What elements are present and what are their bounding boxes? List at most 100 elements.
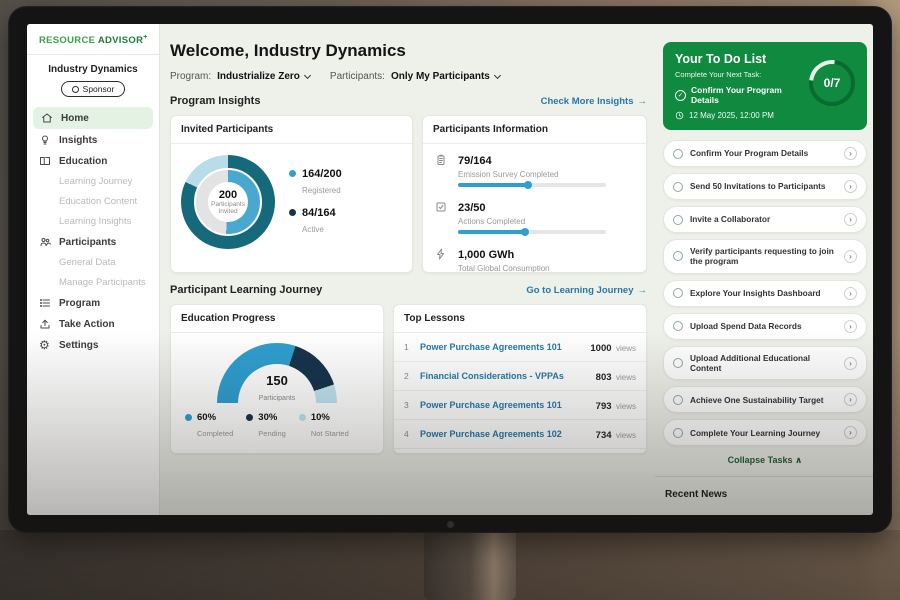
learning-cards-row: Education Progress 150 Participants (170, 304, 647, 454)
sidebar-item-education-content[interactable]: Education Content (27, 192, 159, 211)
legend-dot-pending (246, 414, 253, 421)
sidebar-item-home[interactable]: Home (33, 107, 153, 129)
participants-select[interactable]: Only My Participants (391, 71, 500, 82)
lesson-link[interactable]: Power Purchase Agreements 101 (420, 400, 588, 410)
program-select[interactable]: Industrialize Zero (217, 71, 310, 82)
chevron-right-icon[interactable]: › (844, 287, 857, 300)
progress-fill (458, 230, 526, 234)
chevron-right-icon[interactable]: › (844, 250, 857, 263)
sidebar-item-learning-journey[interactable]: Learning Journey (27, 172, 159, 191)
legend-value: 60% (197, 412, 233, 423)
lesson-link[interactable]: Financial Considerations - VPPAs (420, 371, 588, 381)
task-row-confirm-program[interactable]: Confirm Your Program Details › (663, 140, 867, 167)
todo-next-task[interactable]: ✓ Confirm Your Program Details (675, 85, 807, 105)
go-to-learning-journey-link[interactable]: Go to Learning Journey → (526, 285, 647, 296)
card-title: Invited Participants (171, 116, 412, 144)
task-checkbox[interactable] (673, 428, 683, 438)
invited-legend: 164/200 Registered 84/164 Active (289, 159, 342, 246)
sidebar-item-take-action[interactable]: Take Action (27, 314, 159, 334)
monitor-bezel: RESOURCE ADVISOR+ Industry Dynamics Spon… (8, 6, 892, 533)
task-row-complete-learning-journey[interactable]: Complete Your Learning Journey › (663, 419, 867, 446)
todo-due: 12 May 2025, 12:00 PM (675, 111, 855, 120)
info-row: 79/164 Emission Survey Completed (423, 144, 646, 191)
sidebar-item-learning-insights[interactable]: Learning Insights (27, 212, 159, 231)
task-row-send-invitations[interactable]: Send 50 Invitations to Participants › (663, 173, 867, 200)
sidebar-item-label: Participants (59, 237, 116, 248)
link-label: Go to Learning Journey (526, 285, 633, 296)
lesson-row: 5 Power Purchase Agreements 103 600 view… (394, 449, 646, 454)
check-more-insights-link[interactable]: Check More Insights → (541, 96, 647, 107)
task-checkbox[interactable] (673, 149, 683, 159)
todo-summary-card: Your To Do List Complete Your Next Task:… (663, 42, 867, 130)
task-row-upload-educational-content[interactable]: Upload Additional Educational Content › (663, 346, 867, 381)
legend-dot-registered (289, 170, 296, 177)
chevron-right-icon[interactable]: › (844, 213, 857, 226)
chevron-right-icon[interactable]: › (844, 180, 857, 193)
invited-participants-card: Invited Participants 200 Participants In… (170, 115, 413, 273)
lesson-row: 1 Power Purchase Agreements 101 1000 vie… (394, 333, 646, 362)
sidebar-item-program[interactable]: Program (27, 293, 159, 313)
lesson-row: 2 Financial Considerations - VPPAs 803 v… (394, 362, 646, 391)
sponsor-badge[interactable]: Sponsor (61, 81, 126, 97)
donut-center-label: Participants Invited (208, 201, 248, 216)
chevron-right-icon[interactable]: › (844, 320, 857, 333)
sponsor-label: Sponsor (83, 84, 115, 94)
collapse-label: Collapse Tasks (728, 455, 793, 465)
chevron-right-icon[interactable]: › (844, 147, 857, 160)
filters-row: Program: Industrialize Zero Participants… (170, 71, 647, 82)
task-row-invite-collaborator[interactable]: Invite a Collaborator › (663, 206, 867, 233)
info-row: 1,000 GWh Total Global Consumption (423, 238, 646, 273)
chevron-right-icon[interactable]: › (844, 426, 857, 439)
program-label: Program: (170, 71, 211, 82)
task-checkbox[interactable] (673, 395, 683, 405)
sidebar: RESOURCE ADVISOR+ Industry Dynamics Spon… (27, 24, 160, 515)
task-row-explore-insights[interactable]: Explore Your Insights Dashboard › (663, 280, 867, 307)
progress-bar (458, 183, 606, 187)
chevron-down-icon (494, 72, 501, 79)
info-label: Emission Survey Completed (458, 170, 606, 179)
legend-value: 10% (311, 412, 349, 423)
sidebar-item-participants[interactable]: Participants (27, 232, 159, 252)
todo-next-task-label: Confirm Your Program Details (691, 85, 807, 105)
collapse-tasks-link[interactable]: Collapse Tasks ∧ (663, 455, 867, 466)
task-checkbox[interactable] (673, 288, 683, 298)
task-checkbox[interactable] (673, 358, 683, 368)
sidebar-item-settings[interactable]: ⚙ Settings (27, 335, 159, 355)
brand-word-1: RESOURCE (39, 35, 95, 46)
lesson-views: 793 (596, 401, 612, 412)
sidebar-item-label: Home (61, 113, 89, 124)
sidebar-item-manage-participants[interactable]: Manage Participants (27, 273, 159, 292)
lesson-link[interactable]: Power Purchase Agreements 102 (420, 429, 588, 439)
legend-item: 10% Not Started (299, 412, 349, 441)
sidebar-item-education[interactable]: Education (27, 151, 159, 171)
monitor-camera-dot (447, 521, 454, 528)
info-label: Total Global Consumption (458, 264, 550, 273)
sidebar-item-insights[interactable]: Insights (27, 130, 159, 150)
task-checkbox[interactable] (673, 215, 683, 225)
legend-value: 164/200 (302, 168, 342, 180)
task-checkbox[interactable] (673, 251, 683, 261)
task-row-upload-spend-data[interactable]: Upload Spend Data Records › (663, 313, 867, 340)
todo-progress-ring: 0/7 (809, 60, 855, 106)
legend-value: 84/164 (302, 207, 336, 219)
survey-icon (435, 151, 449, 187)
sidebar-item-general-data[interactable]: General Data (27, 253, 159, 272)
task-checkbox[interactable] (673, 182, 683, 192)
chevron-right-icon[interactable]: › (844, 357, 857, 370)
participants-value: Only My Participants (391, 71, 490, 82)
legend-label: Completed (197, 429, 233, 438)
lesson-rank: 3 (404, 400, 412, 410)
brand-logo: RESOURCE ADVISOR+ (27, 34, 159, 54)
task-row-verify-participants[interactable]: Verify participants requesting to join t… (663, 239, 867, 274)
top-lessons-card: Top Lessons 1 Power Purchase Agreements … (393, 304, 647, 454)
gear-icon: ⚙ (39, 339, 51, 351)
legend-value: 30% (258, 412, 286, 423)
chevron-right-icon[interactable]: › (844, 393, 857, 406)
task-checkbox[interactable] (673, 321, 683, 331)
monitor-stand (424, 533, 516, 600)
lesson-rank: 4 (404, 429, 412, 439)
task-row-achieve-target[interactable]: Achieve One Sustainability Target › (663, 386, 867, 413)
task-label: Upload Additional Educational Content (690, 353, 837, 374)
lesson-link[interactable]: Power Purchase Agreements 101 (420, 342, 582, 352)
task-label: Explore Your Insights Dashboard (690, 288, 837, 298)
